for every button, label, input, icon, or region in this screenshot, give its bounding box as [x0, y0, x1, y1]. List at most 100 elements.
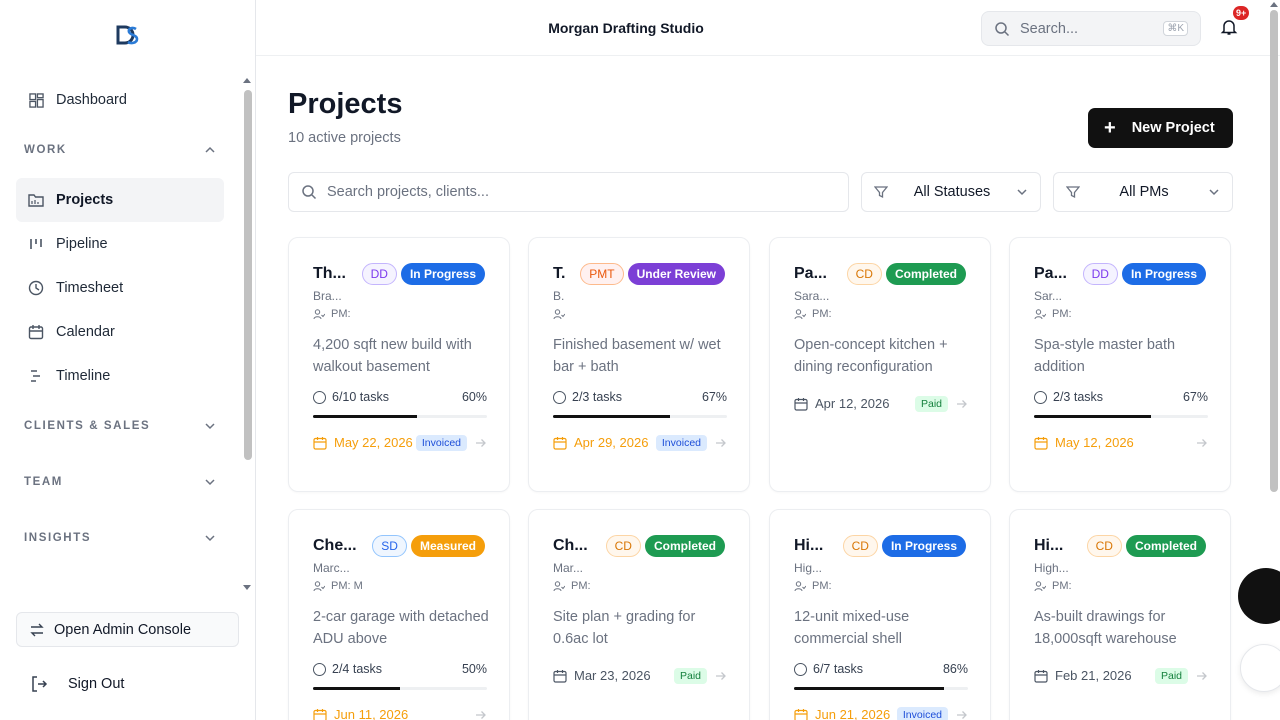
project-description: Open-concept kitchen + dining reconfigur…: [794, 337, 948, 375]
progress-bar-fill: [553, 415, 670, 418]
due-date: May 22, 2026: [334, 435, 413, 450]
project-title[interactable]: Pa...: [794, 265, 835, 283]
status-badge: In Progress: [1121, 263, 1206, 285]
assistant-fab-button[interactable]: [1238, 568, 1280, 624]
project-card[interactable]: Che... SD Measured Marc... PM: M 2-car garage…: [288, 509, 510, 720]
status-badge: Completed: [1125, 535, 1206, 557]
sidebar-item-timesheet[interactable]: Timesheet: [16, 266, 224, 310]
project-manager: PM:: [794, 308, 832, 320]
project-card[interactable]: Hi... CD Completed High... PM: As-built drawi…: [1009, 509, 1231, 720]
sidebar-item-projects[interactable]: Projects: [16, 178, 224, 222]
user-icon: [553, 581, 565, 592]
shortcut-hint: ⌘K: [1163, 21, 1188, 36]
main-scrollbar-thumb[interactable]: [1270, 10, 1278, 492]
progress-percent: 60%: [461, 390, 487, 404]
arrow-right-icon[interactable]: [475, 437, 487, 449]
project-card[interactable]: Hi... CD In Progress Hig... PM: 12-unit mixed…: [769, 509, 991, 720]
sidebar-item-pipeline[interactable]: Pipeline: [16, 222, 224, 266]
arrow-right-icon[interactable]: [956, 709, 968, 720]
status-badge: Measured: [410, 535, 485, 557]
calendar-icon: [313, 437, 327, 450]
progress-bar: [794, 687, 968, 690]
phase-badge: CD: [1086, 535, 1122, 557]
project-description: Finished basement w/ wet bar + bath: [553, 337, 721, 375]
section-header-work[interactable]: WORK: [16, 122, 224, 178]
project-title[interactable]: Hi...: [794, 537, 831, 555]
arrow-right-icon[interactable]: [956, 398, 968, 410]
project-card[interactable]: Ch... CD Completed Mar... PM: Site plan + gra…: [528, 509, 750, 720]
client-name: Sara...: [794, 289, 830, 303]
sign-out-button[interactable]: Sign Out: [30, 672, 124, 696]
plus-icon: +: [1104, 117, 1116, 139]
page-subtitle: 10 active projects: [288, 130, 401, 146]
sidebar-item-label: Pipeline: [56, 236, 108, 252]
card-header: T. PMT Under Review: [553, 262, 725, 286]
project-description: Site plan + grading for 0.6ac lot: [553, 609, 696, 647]
project-card[interactable]: Pa... DD In Progress Sar... PM: Spa-style mas…: [1009, 237, 1231, 492]
project-manager: PM:: [313, 308, 351, 320]
phase-badge: CD: [842, 535, 878, 557]
progress-bar-fill: [794, 687, 944, 690]
scrollbar-thumb[interactable]: [244, 90, 252, 460]
arrow-right-icon[interactable]: [715, 670, 727, 682]
sidebar-item-timeline[interactable]: Timeline: [16, 354, 224, 398]
project-title[interactable]: Che...: [313, 537, 360, 555]
calendar-icon: [794, 709, 808, 720]
client-name: Bra...: [313, 289, 342, 303]
user-icon: [1034, 309, 1046, 320]
client-name: Mar...: [553, 561, 584, 575]
bell-icon[interactable]: [1220, 18, 1238, 36]
calendar-icon: [553, 437, 567, 450]
project-description: 4,200 sqft new build with walkout baseme…: [313, 337, 472, 375]
arrow-right-icon[interactable]: [715, 437, 727, 449]
due-date: Apr 12, 2026: [815, 396, 890, 411]
section-header-team[interactable]: TEAM: [16, 454, 224, 510]
project-title[interactable]: T.: [553, 265, 568, 283]
scroll-down-arrow-icon[interactable]: [243, 585, 251, 590]
project-card[interactable]: T. PMT Under Review B. Finished basement w/ …: [528, 237, 750, 492]
status-badge: Completed: [644, 535, 725, 557]
project-card[interactable]: Pa... CD Completed Sara... PM: Open-concept k…: [769, 237, 991, 492]
project-card[interactable]: Th... DD In Progress Bra... PM: 4,200 sqft ne…: [288, 237, 510, 492]
section-header-clients-sales[interactable]: CLIENTS & SALES: [16, 398, 224, 454]
admin-button-label: Open Admin Console: [54, 621, 192, 638]
scroll-up-arrow-icon[interactable]: [243, 78, 251, 83]
help-fab-button[interactable]: [1240, 644, 1280, 692]
project-manager: PM:: [794, 580, 832, 592]
project-title[interactable]: Hi...: [1034, 537, 1075, 555]
open-admin-console-button[interactable]: Open Admin Console: [16, 612, 239, 647]
card-header: Hi... CD Completed: [1034, 534, 1206, 558]
new-project-button[interactable]: + New Project: [1088, 108, 1233, 148]
sidebar-scrollbar[interactable]: [242, 76, 252, 592]
sidebar-item-dashboard[interactable]: Dashboard: [16, 78, 224, 122]
arrow-right-icon[interactable]: [475, 709, 487, 720]
card-header: Pa... DD In Progress: [1034, 262, 1206, 286]
task-circle-icon: [1034, 390, 1047, 404]
calendar-icon: [794, 398, 808, 411]
task-progress: 6/7 tasks 86%: [794, 662, 968, 676]
pm-label: PM:: [1052, 308, 1072, 320]
top-header: Morgan Drafting Studio Search... ⌘K 9+: [256, 0, 1280, 56]
task-progress: 6/10 tasks 60%: [313, 390, 487, 404]
project-search-input[interactable]: Search projects, clients...: [288, 172, 849, 212]
project-manager: PM: M: [313, 580, 363, 592]
user-icon: [794, 581, 806, 592]
pm-filter-select[interactable]: All PMs: [1053, 172, 1233, 212]
project-title[interactable]: Ch...: [553, 537, 594, 555]
project-title[interactable]: Pa...: [1034, 265, 1071, 283]
arrow-right-icon[interactable]: [1196, 437, 1208, 449]
project-title[interactable]: Th...: [313, 265, 350, 283]
calendar-icon: [313, 709, 327, 720]
due-date: Jun 11, 2026: [334, 707, 409, 720]
arrow-right-icon[interactable]: [1196, 670, 1208, 682]
section-header-insights[interactable]: INSIGHTS: [16, 510, 224, 566]
status-filter-select[interactable]: All Statuses: [861, 172, 1041, 212]
main-scroll-up-arrow-icon[interactable]: [1270, 2, 1278, 7]
progress-percent: 67%: [701, 390, 727, 404]
global-search-input[interactable]: Search... ⌘K: [981, 11, 1201, 46]
project-manager: PM:: [553, 580, 591, 592]
task-circle-icon: [553, 390, 566, 404]
sidebar-item-calendar[interactable]: Calendar: [16, 310, 224, 354]
studio-logo[interactable]: [116, 24, 140, 46]
pm-label: PM:: [331, 308, 351, 320]
